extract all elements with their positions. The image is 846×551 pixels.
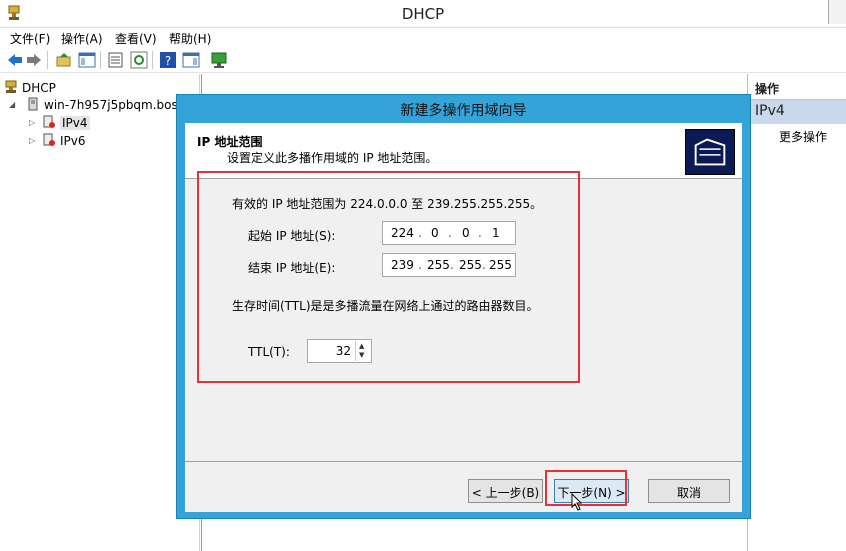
tree-item-server[interactable]: win-7h957j5pbqm.boson xyxy=(26,97,193,112)
dhcp-root-icon xyxy=(5,80,17,93)
ipv6-scope-icon xyxy=(43,133,55,146)
wizard-folder-icon xyxy=(685,129,735,175)
wizard-page-title: IP 地址范围 xyxy=(197,135,263,149)
refresh-icon[interactable] xyxy=(130,51,148,69)
menu-action[interactable]: 操作(A) xyxy=(61,30,103,47)
toolbar: ? xyxy=(0,47,846,73)
console-tree: DHCP ◢ win-7h957j5pbqm.boson ▷ IPv4 ▷ IP… xyxy=(0,74,200,551)
tree-item-ipv4[interactable]: IPv4 xyxy=(42,115,90,130)
ipv4-scope-icon xyxy=(43,115,55,128)
menu-help[interactable]: 帮助(H) xyxy=(169,30,211,47)
tree-label-server: win-7h957j5pbqm.boson xyxy=(44,98,193,112)
tree-item-ipv6[interactable]: IPv6 xyxy=(42,133,86,148)
svg-text:?: ? xyxy=(165,54,171,68)
back-button[interactable]: < 上一步(B) xyxy=(468,479,543,503)
tree-label-dhcp: DHCP xyxy=(22,81,56,95)
window-control-button[interactable] xyxy=(828,0,846,24)
wizard-title: 新建多操作用域向导 xyxy=(400,103,527,119)
actions-pane: 操作 IPv4 更多操作 xyxy=(747,74,846,551)
wizard-divider xyxy=(185,461,742,462)
expand-arrow-icon[interactable]: ▷ xyxy=(29,136,35,145)
server-icon xyxy=(28,97,38,111)
toolbar-separator xyxy=(152,51,153,69)
mouse-cursor-icon xyxy=(571,493,583,511)
tree-item-dhcp[interactable]: DHCP xyxy=(4,80,56,95)
up-folder-icon[interactable] xyxy=(55,51,73,69)
window-titlebar: DHCP xyxy=(0,0,846,28)
collapse-arrow-icon[interactable]: ◢ xyxy=(9,100,15,109)
wizard-body: IP 地址范围 设置定义此多播作用域的 IP 地址范围。 有效的 IP 地址范围… xyxy=(185,123,742,512)
highlight-box-next xyxy=(545,470,627,506)
properties-icon[interactable] xyxy=(107,51,125,69)
tree-label-ipv4: IPv4 xyxy=(60,116,90,130)
expand-arrow-icon[interactable]: ▷ xyxy=(29,118,35,127)
toolbar-separator xyxy=(47,51,48,69)
menu-file[interactable]: 文件(F) xyxy=(10,30,50,47)
menu-bar: 文件(F) 操作(A) 查看(V) 帮助(H) xyxy=(0,28,846,46)
toolbar-separator xyxy=(100,51,101,69)
forward-arrow-icon[interactable] xyxy=(25,51,43,69)
new-multicast-scope-wizard: 新建多操作用域向导 IP 地址范围 设置定义此多播作用域的 IP 地址范围。 有… xyxy=(176,94,751,519)
monitor-icon[interactable] xyxy=(210,51,228,69)
show-hide-action-pane-icon[interactable] xyxy=(182,51,200,69)
window-title: DHCP xyxy=(401,5,445,23)
back-arrow-icon[interactable] xyxy=(6,51,24,69)
actions-header: 操作 xyxy=(748,80,846,100)
more-actions-link[interactable]: 更多操作 xyxy=(779,128,827,145)
actions-section-ipv4[interactable]: IPv4 xyxy=(748,100,846,124)
wizard-page-subtitle: 设置定义此多播作用域的 IP 地址范围。 xyxy=(227,151,438,165)
tree-label-ipv6: IPv6 xyxy=(60,134,86,148)
help-icon[interactable]: ? xyxy=(159,51,177,69)
console-tree-icon[interactable] xyxy=(78,51,96,69)
menu-view[interactable]: 查看(V) xyxy=(115,30,157,47)
highlight-box-range xyxy=(197,171,580,383)
cancel-button[interactable]: 取消 xyxy=(648,479,730,503)
